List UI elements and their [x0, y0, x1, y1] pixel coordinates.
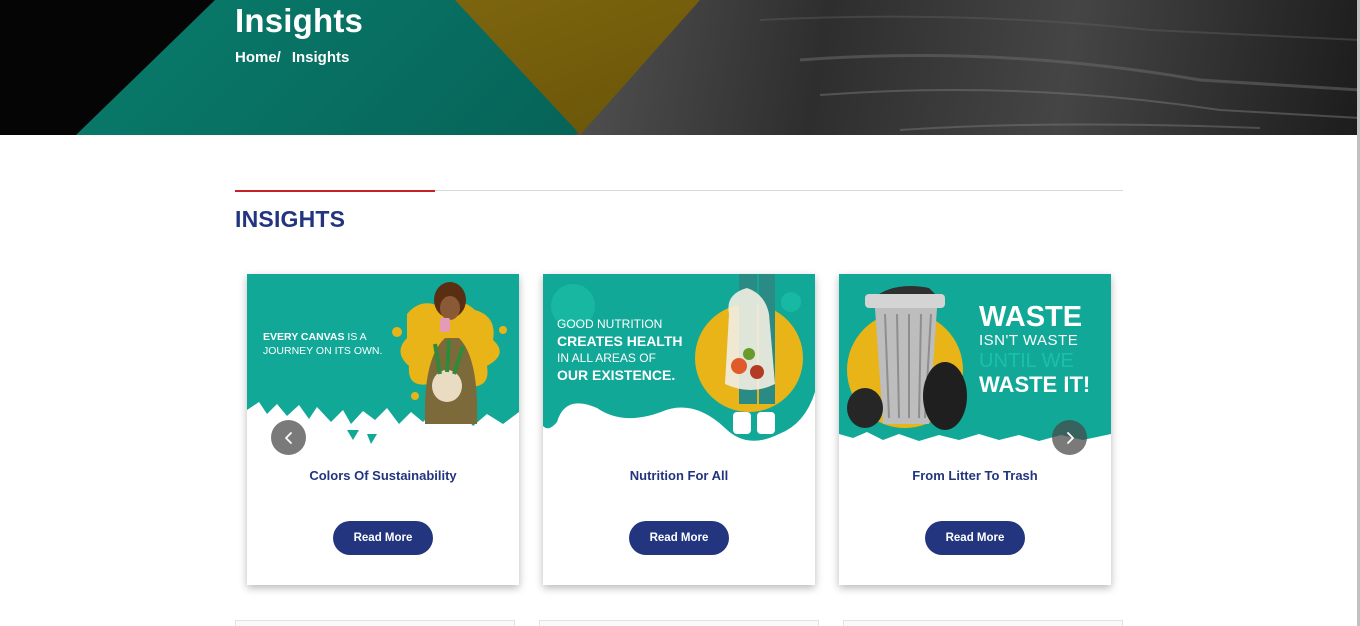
card-1-read-more-button[interactable]: Read More: [333, 521, 433, 555]
insight-card-2: GOOD NUTRITION CREATES HEALTH IN ALL ARE…: [543, 274, 815, 585]
next-row-card-3: [843, 620, 1123, 626]
hero-banner: Insights Home/ Insights: [0, 0, 1360, 135]
card-2-image-caption: GOOD NUTRITION CREATES HEALTH IN ALL ARE…: [557, 317, 683, 383]
next-row-card-1: [235, 620, 515, 626]
carousel-next-button[interactable]: [1052, 420, 1087, 455]
card-2-title[interactable]: Nutrition For All: [543, 468, 815, 483]
next-row-card-2: [539, 620, 819, 626]
chevron-right-icon: [1066, 431, 1074, 444]
breadcrumb-current: Insights: [291, 49, 350, 66]
card-1-title[interactable]: Colors Of Sustainability: [247, 468, 519, 483]
card-3-image-caption: WASTE ISN'T WASTE UNTIL WE WASTE IT!: [979, 301, 1091, 397]
chevron-left-icon: [284, 431, 292, 444]
carousel-prev-button[interactable]: [271, 420, 306, 455]
page-title: Insights: [235, 2, 364, 39]
card-1-image-caption: EVERY CANVAS IS A JOURNEY ON ITS OWN.: [263, 331, 383, 357]
card-3-read-more-button[interactable]: Read More: [925, 521, 1025, 555]
breadcrumb: Home/ Insights: [235, 49, 349, 66]
section-divider-accent: [235, 190, 435, 192]
section-title: INSIGHTS: [235, 206, 346, 232]
card-3-title[interactable]: From Litter To Trash: [839, 468, 1111, 483]
card-2-image[interactable]: GOOD NUTRITION CREATES HEALTH IN ALL ARE…: [543, 274, 815, 450]
card-2-read-more-button[interactable]: Read More: [629, 521, 729, 555]
breadcrumb-home-link[interactable]: Home/: [235, 49, 281, 66]
